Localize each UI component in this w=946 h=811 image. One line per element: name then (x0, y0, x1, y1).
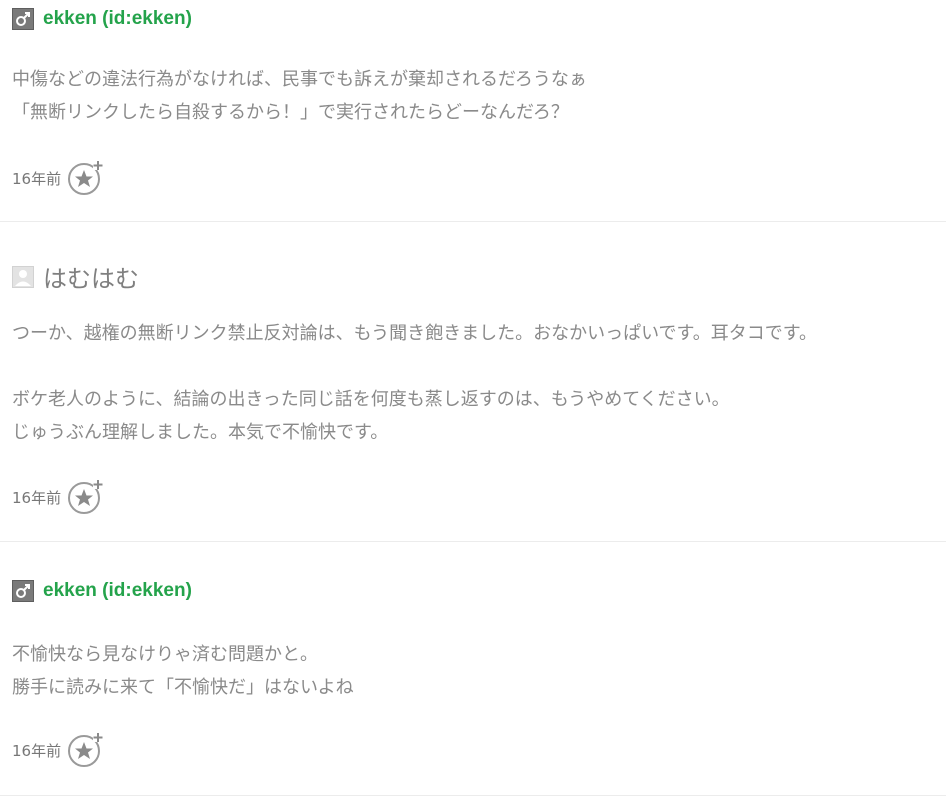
male-symbol-icon (12, 8, 34, 30)
comment-body: 中傷などの違法行為がなければ、民事でも訴えが棄却されるだろうなぁ 「無断リンクし… (12, 63, 946, 129)
author-name: はむはむ (43, 265, 139, 293)
comment-item: ekken (id:ekken) 中傷などの違法行為がなければ、民事でも訴えが棄… (0, 0, 946, 222)
author-link[interactable]: ekken (id:ekken) (43, 580, 192, 602)
guest-user-icon (12, 265, 34, 288)
add-star-icon[interactable] (67, 479, 104, 515)
add-star-icon[interactable] (67, 160, 104, 196)
comment-header: はむはむ (12, 259, 139, 294)
male-symbol-icon (12, 580, 34, 602)
comment-line: つーか、越権の無断リンク禁止反対論は、もう聞き飽きました。おなかいっぱいです。耳… (12, 323, 817, 344)
comment-body: 不愉快なら見なけりゃ済む問題かと。 勝手に読みに来て「不愉快だ」はないよね (12, 638, 946, 704)
timestamp: 16年前 (12, 169, 62, 188)
comment-list: ekken (id:ekken) 中傷などの違法行為がなければ、民事でも訴えが棄… (0, 0, 946, 796)
comment-line: じゅうぶん理解しました。本気で不愉快です。 (12, 422, 389, 443)
comment-header: ekken (id:ekken) (12, 580, 192, 602)
comment-line: ボケ老人のように、結論の出きった同じ話を何度も蒸し返すのは、もうやめてください。 (12, 389, 730, 410)
comment-line: 不愉快なら見なけりゃ済む問題かと。 (12, 644, 318, 665)
comment-meta: 16年前 (12, 479, 104, 515)
comment-meta: 16年前 (12, 160, 104, 196)
timestamp: 16年前 (12, 488, 62, 507)
add-star-icon[interactable] (67, 732, 104, 768)
comment-line: 中傷などの違法行為がなければ、民事でも訴えが棄却されるだろうなぁ (12, 69, 587, 90)
comment-item: はむはむ つーか、越権の無断リンク禁止反対論は、もう聞き飽きました。おなかいっぱ… (0, 222, 946, 542)
comment-line (12, 350, 946, 383)
comment-line: 「無断リンクしたら自殺するから！」で実行されたらどーなんだろ？ (12, 102, 569, 123)
timestamp: 16年前 (12, 741, 62, 760)
comment-body: つーか、越権の無断リンク禁止反対論は、もう聞き飽きました。おなかいっぱいです。耳… (12, 317, 946, 449)
comment-item: ekken (id:ekken) 不愉快なら見なけりゃ済む問題かと。 勝手に読み… (0, 542, 946, 796)
comment-header: ekken (id:ekken) (12, 8, 192, 30)
author-link[interactable]: ekken (id:ekken) (43, 8, 192, 30)
comment-line: 勝手に読みに来て「不愉快だ」はないよね (12, 677, 354, 698)
comment-meta: 16年前 (12, 732, 104, 768)
